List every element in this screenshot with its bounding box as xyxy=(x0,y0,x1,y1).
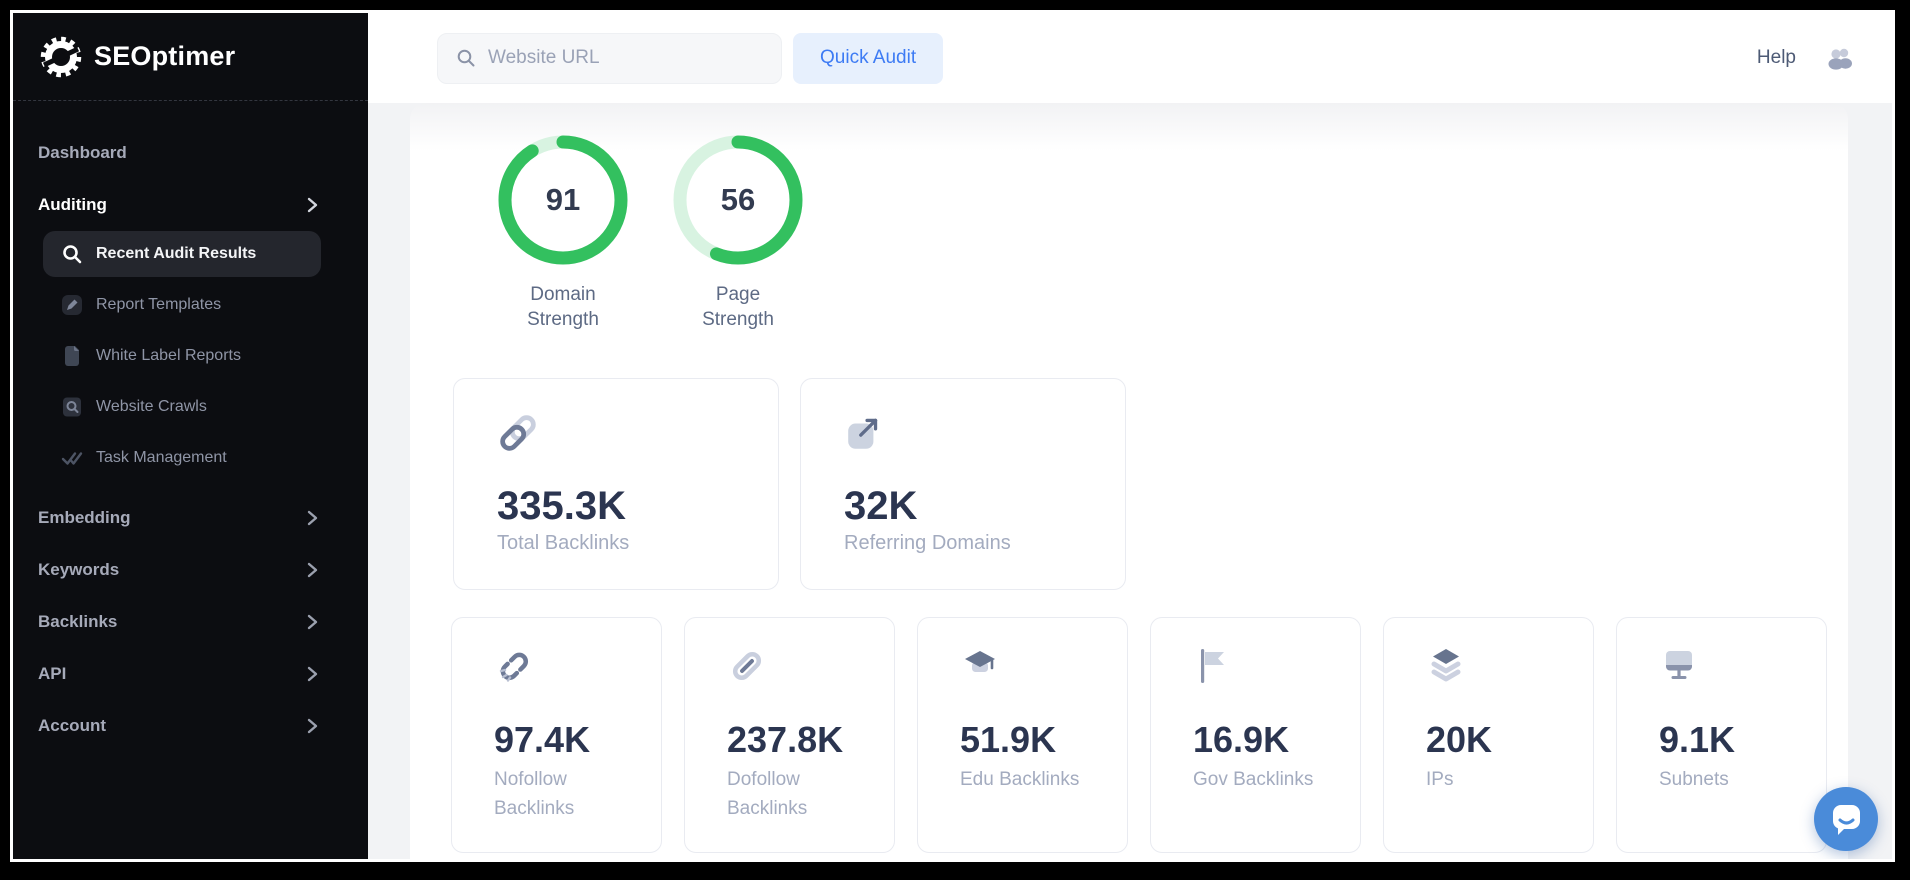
main-area: Quick Audit Help xyxy=(368,13,1892,859)
top-bar: Quick Audit Help xyxy=(368,13,1892,103)
secondary-stats-row: 97.4K Nofollow Backlinks xyxy=(451,617,1827,853)
chevron-right-icon xyxy=(307,562,318,578)
sidebar-item-keywords[interactable]: Keywords xyxy=(13,544,368,596)
ips-card: 20K IPs xyxy=(1383,617,1594,853)
search-icon xyxy=(456,48,476,68)
sidebar-item-label: Backlinks xyxy=(38,612,117,632)
stat-label: Subnets xyxy=(1659,765,1810,794)
sidebar-item-label: Keywords xyxy=(38,560,119,580)
chat-launcher-button[interactable] xyxy=(1814,787,1878,851)
gov-backlinks-card: 16.9K Gov Backlinks xyxy=(1150,617,1361,853)
stat-value: 335.3K xyxy=(497,484,758,528)
edu-backlinks-card: 51.9K Edu Backlinks xyxy=(917,617,1128,853)
strength-gauges: 91 Domain Strength 56 Page Strength xyxy=(493,130,808,332)
stat-label: Referring Domains xyxy=(844,532,1105,555)
stat-label: Edu Backlinks xyxy=(960,765,1111,794)
stat-label: Gov Backlinks xyxy=(1193,765,1344,794)
sidebar-item-dashboard[interactable]: Dashboard xyxy=(13,127,368,179)
layers-icon xyxy=(1426,646,1577,686)
seoptimer-gear-icon xyxy=(38,34,84,80)
dofollow-backlinks-card: 237.8K Dofollow Backlinks xyxy=(684,617,895,853)
page-strength-gauge: 56 Page Strength xyxy=(668,130,808,332)
search-input[interactable] xyxy=(488,47,767,69)
double-check-icon xyxy=(61,447,83,469)
referring-domains-card: 32K Referring Domains xyxy=(800,378,1126,590)
sidebar-item-embedding[interactable]: Embedding xyxy=(13,492,368,544)
help-link[interactable]: Help xyxy=(1757,47,1796,69)
stat-value: 32K xyxy=(844,484,1105,528)
page-strength-label: Page Strength xyxy=(686,282,790,332)
chat-bubble-icon xyxy=(1829,802,1863,836)
chevron-right-icon xyxy=(307,614,318,630)
total-backlinks-card: 335.3K Total Backlinks xyxy=(453,378,779,590)
sidebar-item-backlinks[interactable]: Backlinks xyxy=(13,596,368,648)
sidebar-item-label: Account xyxy=(38,716,106,736)
monitor-icon xyxy=(1659,646,1810,686)
sidebar-item-api[interactable]: API xyxy=(13,648,368,700)
stat-label: IPs xyxy=(1426,765,1577,794)
sidebar: SEOptimer Dashboard Auditing Recent Audi… xyxy=(13,13,368,859)
sidebar-item-account[interactable]: Account xyxy=(13,700,368,752)
quick-audit-button[interactable]: Quick Audit xyxy=(793,33,943,84)
link-icon xyxy=(497,412,758,452)
sidebar-item-label: White Label Reports xyxy=(96,347,241,365)
stat-value: 51.9K xyxy=(960,720,1111,760)
domain-strength-label: Domain Strength xyxy=(511,282,615,332)
stat-label: Nofollow Backlinks xyxy=(494,765,645,823)
primary-stats-row: 335.3K Total Backlinks 32K Referrin xyxy=(453,378,1126,590)
sidebar-item-label: Report Templates xyxy=(96,296,221,314)
app-window: SEOptimer Dashboard Auditing Recent Audi… xyxy=(10,10,1895,862)
sidebar-item-label: Dashboard xyxy=(38,143,127,163)
stat-value: 16.9K xyxy=(1193,720,1344,760)
logo[interactable]: SEOptimer xyxy=(13,13,368,101)
results-panel: 91 Domain Strength 56 Page Strength xyxy=(410,103,1848,859)
page-strength-value: 56 xyxy=(668,130,808,270)
sidebar-item-report-templates[interactable]: Report Templates xyxy=(43,282,321,328)
pen-icon xyxy=(61,294,83,316)
stat-label: Total Backlinks xyxy=(497,532,758,555)
broken-link-icon xyxy=(494,646,645,686)
search-icon xyxy=(61,243,83,265)
sidebar-item-auditing[interactable]: Auditing xyxy=(13,179,368,231)
stat-value: 97.4K xyxy=(494,720,645,760)
stat-value: 20K xyxy=(1426,720,1577,760)
external-link-icon xyxy=(844,412,1105,452)
chevron-right-icon xyxy=(307,510,318,526)
sidebar-item-task-management[interactable]: Task Management xyxy=(43,435,321,481)
page-search-icon xyxy=(61,396,83,418)
sidebar-item-label: Website Crawls xyxy=(96,398,207,416)
content-area: 91 Domain Strength 56 Page Strength xyxy=(368,103,1892,859)
sidebar-nav: Dashboard Auditing Recent Audit Results … xyxy=(13,127,368,752)
flag-icon xyxy=(1193,646,1344,686)
stat-value: 9.1K xyxy=(1659,720,1810,760)
subnets-card: 9.1K Subnets xyxy=(1616,617,1827,853)
nofollow-backlinks-card: 97.4K Nofollow Backlinks xyxy=(451,617,662,853)
graduation-cap-icon xyxy=(960,646,1111,686)
logo-text: SEOptimer xyxy=(94,41,235,72)
document-icon xyxy=(61,345,83,367)
account-users-icon[interactable] xyxy=(1826,46,1854,70)
sidebar-item-white-label-reports[interactable]: White Label Reports xyxy=(43,333,321,379)
sidebar-item-recent-audit-results[interactable]: Recent Audit Results xyxy=(43,231,321,277)
link-diagonal-icon xyxy=(727,646,878,686)
chevron-right-icon xyxy=(307,718,318,734)
sidebar-item-label: Task Management xyxy=(96,449,227,467)
stat-label: Dofollow Backlinks xyxy=(727,765,878,823)
domain-strength-gauge: 91 Domain Strength xyxy=(493,130,633,332)
sidebar-item-label: Auditing xyxy=(38,195,107,215)
website-url-search[interactable] xyxy=(437,33,782,84)
stat-value: 237.8K xyxy=(727,720,878,760)
sidebar-item-label: Recent Audit Results xyxy=(96,245,256,263)
sidebar-item-label: Embedding xyxy=(38,508,131,528)
sidebar-item-label: API xyxy=(38,664,66,684)
domain-strength-value: 91 xyxy=(493,130,633,270)
chevron-right-icon xyxy=(307,666,318,682)
sidebar-item-website-crawls[interactable]: Website Crawls xyxy=(43,384,321,430)
chevron-right-icon xyxy=(307,197,318,213)
